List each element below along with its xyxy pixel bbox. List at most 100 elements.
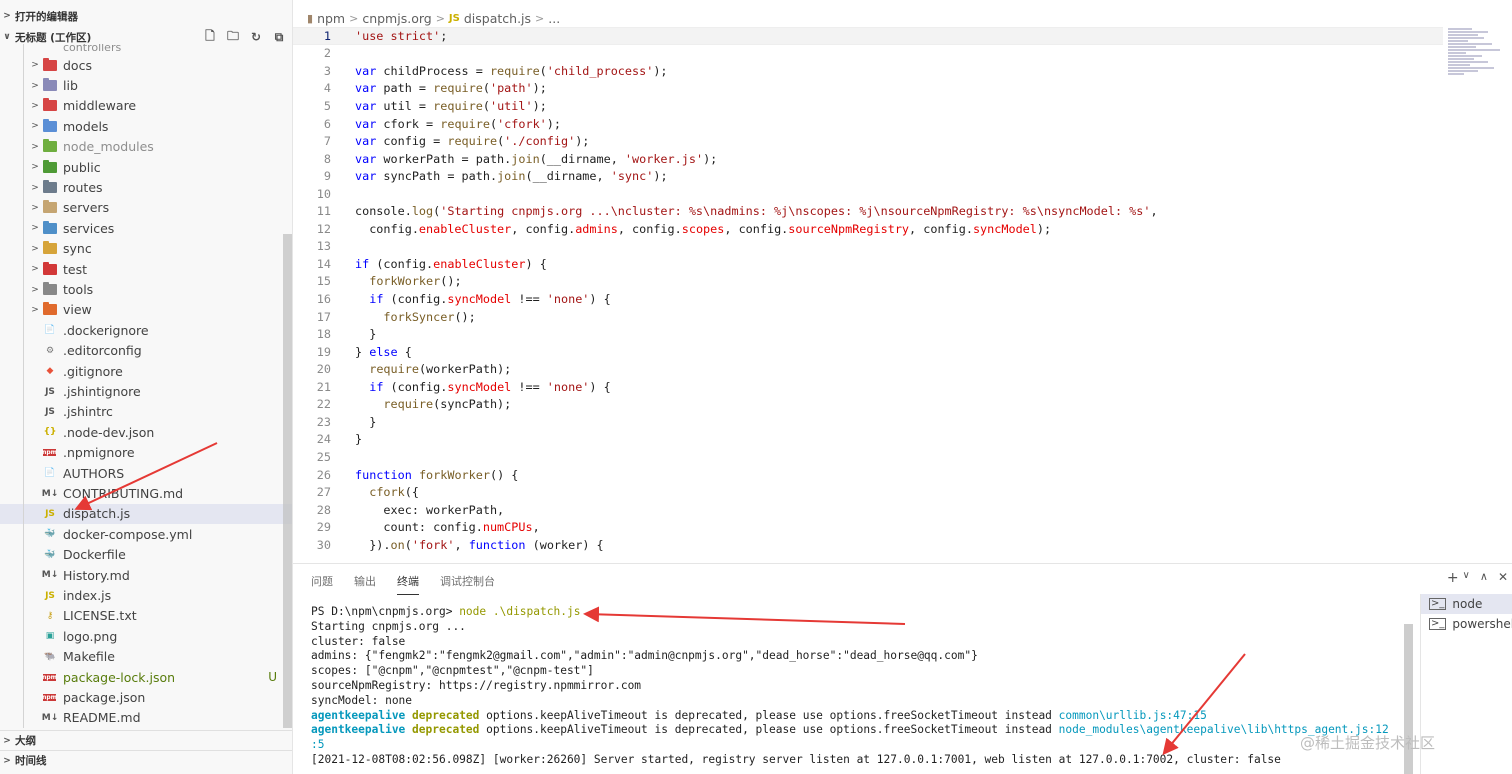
tree-item-editorconfig[interactable]: ⚙ .editorconfig	[0, 340, 292, 361]
tree-item-node-modules[interactable]: > node_modules	[0, 136, 292, 157]
terminal-instance-node[interactable]: >_ node	[1421, 594, 1512, 614]
chevron-right-icon[interactable]: >	[30, 223, 40, 233]
open-editors-header[interactable]: > 打开的编辑器	[0, 6, 292, 26]
tree-item-middleware[interactable]: > middleware	[0, 95, 292, 117]
code-line[interactable]: 18 }	[293, 325, 1443, 343]
code-line[interactable]: 29 count: config.numCPUs,	[293, 518, 1443, 536]
collapse-all-icon[interactable]: ⧉	[271, 30, 287, 45]
code-line[interactable]: 21 if (config.syncModel !== 'none') {	[293, 378, 1443, 396]
code-line[interactable]: 10	[293, 185, 1443, 203]
tree-item-history-md[interactable]: M↓ History.md	[0, 565, 292, 586]
tree-item-sync[interactable]: > sync	[0, 238, 292, 259]
code-line[interactable]: 13	[293, 238, 1443, 256]
tree-item-package-json[interactable]: npm package.json	[0, 687, 292, 708]
chevron-right-icon[interactable]: >	[30, 162, 40, 172]
chevron-right-icon[interactable]: >	[30, 101, 40, 111]
tree-item-authors[interactable]: 📄 AUTHORS	[0, 463, 292, 484]
chevron-right-icon[interactable]: >	[30, 264, 40, 274]
chevron-right-icon[interactable]: >	[30, 244, 40, 254]
tree-item-models[interactable]: > models	[0, 116, 292, 137]
tree-item-routes[interactable]: > routes	[0, 177, 292, 198]
code-line[interactable]: 25	[293, 448, 1443, 466]
chevron-right-icon[interactable]: >	[30, 203, 40, 213]
code-line[interactable]: 9 var syncPath = path.join(__dirname, 'sy…	[293, 167, 1443, 185]
code-line[interactable]: 11 console.log('Starting cnpmjs.org ...\n…	[293, 203, 1443, 221]
terminal-instance-powershell[interactable]: >_ powershell	[1421, 614, 1512, 634]
tree-item-dispatch-js[interactable]: JS dispatch.js	[0, 503, 292, 525]
code-line[interactable]: 6 var cfork = require('cfork');	[293, 115, 1443, 133]
tree-item-services[interactable]: > services	[0, 218, 292, 239]
tree-item-servers[interactable]: > servers	[0, 197, 292, 219]
new-terminal-icon[interactable]: +	[1447, 570, 1459, 586]
code-line[interactable]: 20 require(workerPath);	[293, 360, 1443, 378]
code-line[interactable]: 2	[293, 45, 1443, 63]
chevron-up-icon[interactable]: ∧	[1480, 570, 1488, 586]
chevron-right-icon[interactable]: >	[30, 121, 40, 131]
code-line[interactable]: 27 cfork({	[293, 483, 1443, 501]
tree-item-jshintrc[interactable]: JS .jshintrc	[0, 401, 292, 423]
tab-output[interactable]: 输出	[354, 573, 376, 595]
tree-item-docker-compose-yml[interactable]: 🐳 docker-compose.yml	[0, 524, 292, 545]
breadcrumb-file[interactable]: dispatch.js	[464, 11, 531, 26]
tree-item-docs[interactable]: > docs	[0, 55, 292, 76]
tree-item-public[interactable]: > public	[0, 157, 292, 178]
chevron-right-icon[interactable]: >	[30, 183, 40, 193]
code-line[interactable]: 12 config.enableCluster, config.admins, …	[293, 220, 1443, 238]
code-line[interactable]: 5 var util = require('util');	[293, 97, 1443, 115]
code-line[interactable]: 24}	[293, 431, 1443, 449]
tree-item-node-dev-json[interactable]: {} .node-dev.json	[0, 422, 292, 443]
chevron-right-icon[interactable]: >	[30, 142, 40, 152]
code-line[interactable]: 17 forkSyncer();	[293, 308, 1443, 326]
code-line[interactable]: 3 var childProcess = require('child_proce…	[293, 62, 1443, 80]
chevron-down-icon[interactable]: ∨	[1463, 570, 1470, 586]
minimap[interactable]	[1448, 28, 1508, 98]
breadcrumb-tail[interactable]: ...	[548, 11, 560, 26]
outline-header[interactable]: > 大纲	[0, 730, 292, 750]
terminal-output[interactable]: PS D:\npm\cnpmjs.org> node .\dispatch.js…	[311, 605, 1401, 774]
tree-item-npmignore[interactable]: npm .npmignore	[0, 442, 292, 463]
tree-item-gitignore[interactable]: ◆ .gitignore	[0, 361, 292, 382]
tree-item-readme-md[interactable]: M↓ README.md	[0, 707, 292, 729]
tree-item-package-lock-json[interactable]: npm package-lock.json U	[0, 667, 292, 688]
tree-item-view[interactable]: > view	[0, 299, 292, 321]
code-line[interactable]: 15 forkWorker();	[293, 273, 1443, 291]
code-line[interactable]: 16 if (config.syncModel !== 'none') {	[293, 290, 1443, 308]
chevron-right-icon[interactable]: >	[30, 285, 40, 295]
breadcrumb-item[interactable]: cnpmjs.org	[362, 11, 431, 26]
code-line[interactable]: 1 'use strict';	[293, 27, 1443, 45]
tree-item-logo-png[interactable]: ▣ logo.png	[0, 626, 292, 647]
code-line[interactable]: 8 var workerPath = path.join(__dirname, '…	[293, 150, 1443, 168]
timeline-header[interactable]: > 时间线	[0, 750, 292, 770]
tree-item-lib[interactable]: > lib	[0, 75, 292, 96]
tree-item-dockerfile[interactable]: 🐳 Dockerfile	[0, 544, 292, 565]
close-icon[interactable]: ✕	[1498, 570, 1508, 586]
breadcrumb-item[interactable]: npm	[317, 11, 345, 26]
code-line[interactable]: 28 exec: workerPath,	[293, 501, 1443, 519]
code-line[interactable]: 30 }).on('fork', function (worker) {	[293, 536, 1443, 554]
code-area[interactable]: 1'use strict'; 2 3 var childProcess = requi…	[293, 27, 1443, 563]
code-line[interactable]: 4 var path = require('path');	[293, 80, 1443, 98]
tab-debug-console[interactable]: 调试控制台	[440, 573, 495, 595]
tree-item-dockerignore[interactable]: 📄 .dockerignore	[0, 320, 292, 341]
code-line[interactable]: 19} else {	[293, 343, 1443, 361]
tree-item-contributing-md[interactable]: M↓ CONTRIBUTING.md	[0, 483, 292, 504]
deprecation-link[interactable]: common\urllib.js:47:15	[1059, 709, 1207, 722]
tree-item-license-txt[interactable]: ⚷ LICENSE.txt	[0, 605, 292, 627]
tab-terminal[interactable]: 终端	[397, 573, 419, 595]
tree-item-test[interactable]: > test	[0, 259, 292, 280]
chevron-right-icon[interactable]: >	[30, 81, 40, 91]
code-line[interactable]: 14 if (config.enableCluster) {	[293, 255, 1443, 273]
tree-item-jshintignore[interactable]: JS .jshintignore	[0, 381, 292, 402]
sidebar-scrollbar[interactable]	[283, 234, 292, 728]
tree-item-makefile[interactable]: 🐃 Makefile	[0, 646, 292, 667]
tree-item-index-js[interactable]: JS index.js	[0, 585, 292, 606]
code-line[interactable]: 22 require(syncPath);	[293, 396, 1443, 414]
code-line[interactable]: 23 }	[293, 413, 1443, 431]
chevron-right-icon[interactable]: >	[30, 60, 40, 70]
tab-problems[interactable]: 问题	[311, 573, 333, 595]
tree-item-tools[interactable]: > tools	[0, 279, 292, 300]
refresh-icon[interactable]: ↻	[248, 30, 264, 44]
terminal-line[interactable]: :5	[311, 738, 1401, 753]
code-line[interactable]: 26 function forkWorker() {	[293, 466, 1443, 484]
code-line[interactable]: 7 var config = require('./config');	[293, 132, 1443, 150]
